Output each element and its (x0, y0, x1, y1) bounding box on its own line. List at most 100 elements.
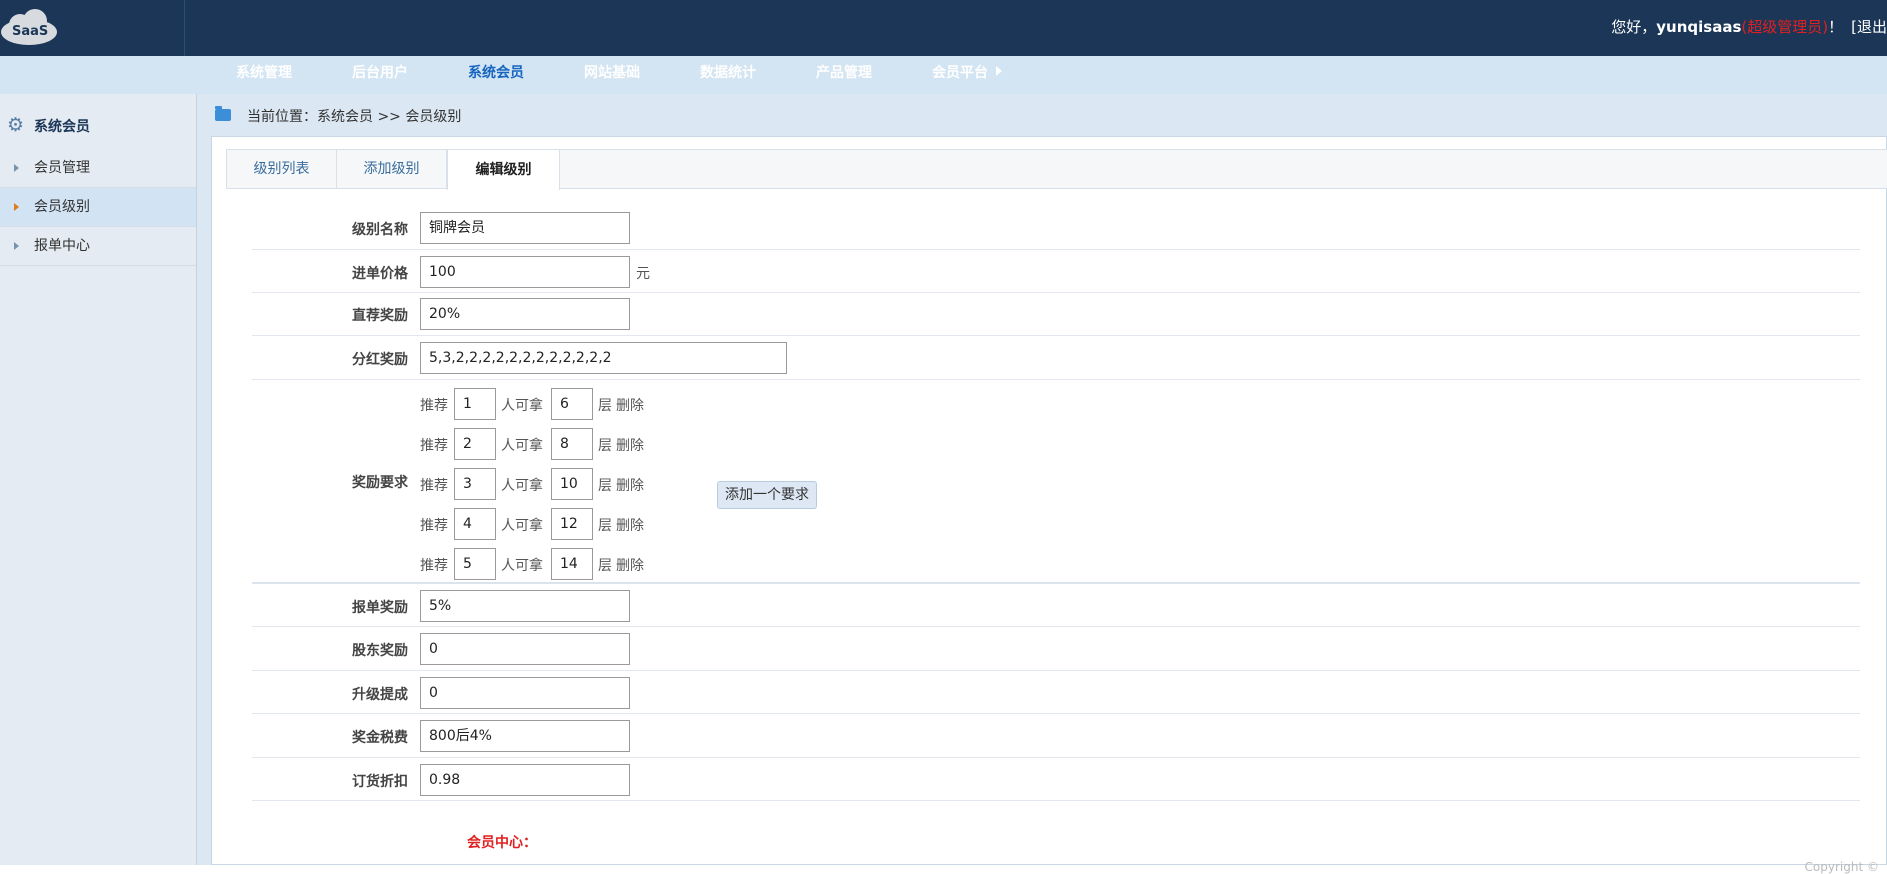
recommend-text: 推荐 (420, 398, 448, 414)
row-level-name: 级别名称 铜牌会员 (252, 207, 1860, 250)
recommend-text: 推荐 (420, 518, 448, 534)
entry-price-unit: 元 (636, 266, 650, 282)
level-name-input[interactable]: 铜牌会员 (420, 212, 630, 244)
tab-level-list[interactable]: 级别列表 (227, 149, 337, 189)
entry-price-input[interactable]: 100 (420, 256, 630, 288)
delete-link[interactable]: 删除 (616, 515, 644, 535)
breadcrumb: 当前位置：系统会员 >> 会员级别 (197, 94, 1887, 136)
logo-area: SaaS (0, 0, 185, 56)
row-direct-reward: 直荐奖励 20% (252, 293, 1860, 336)
greeting-text: 您好， (1611, 18, 1657, 36)
layers-input[interactable]: 12 (551, 508, 593, 540)
recommend-text: 推荐 (420, 558, 448, 574)
layers-input[interactable]: 6 (551, 388, 593, 420)
sidebar-item-label: 会员管理 (34, 160, 90, 176)
row-order-discount: 订货折扣 0.98 (252, 758, 1860, 801)
layers-input[interactable]: 8 (551, 428, 593, 460)
sidebar-item-member-management[interactable]: 会员管理 (0, 149, 196, 188)
sidebar-item-label: 会员级别 (34, 199, 90, 215)
order-discount-input[interactable]: 0.98 (420, 764, 630, 796)
layer-unit-text: 层 (598, 518, 612, 534)
breadcrumb-prefix: 当前位置： (247, 109, 317, 125)
caret-right-icon (14, 164, 19, 172)
bonus-tax-label: 奖金税费 (352, 730, 408, 746)
nav-item-system-members[interactable]: 系统会员 (468, 56, 524, 94)
can-get-text: 人可拿 (501, 398, 543, 414)
layer-unit-text: 层 (598, 558, 612, 574)
gear-icon: ⚙ (7, 114, 25, 136)
nav-item-backend-users[interactable]: 后台用户 (352, 56, 408, 94)
main-nav: 系统管理 后台用户 系统会员 网站基础 数据统计 产品管理 会员平台 (0, 56, 1887, 94)
delete-link[interactable]: 删除 (616, 555, 644, 575)
logo-text: SaaS (12, 24, 49, 39)
content-panel: 级别列表 添加级别 编辑级别 级别名称 铜牌会员 进单价格 100 元 直荐奖励… (211, 136, 1887, 865)
bonus-tax-input[interactable]: 800后4% (420, 720, 630, 752)
layers-input[interactable]: 10 (551, 468, 593, 500)
people-count-input[interactable]: 4 (454, 508, 496, 540)
layer-unit-text: 层 (598, 438, 612, 454)
tab-bar: 级别列表 添加级别 编辑级别 (226, 149, 1887, 190)
greeting-suffix: ！ (1828, 18, 1844, 36)
layers-input[interactable]: 14 (551, 548, 593, 580)
level-name-label: 级别名称 (352, 222, 408, 238)
sidebar: ⚙ 系统会员 会员管理 会员级别 报单中心 (0, 94, 197, 865)
can-get-text: 人可拿 (501, 438, 543, 454)
username: yunqisaas (1656, 18, 1742, 36)
row-reward-requirements: 奖励要求 推荐 1 人可拿 6 层 删除 推荐 2 人可拿 8 层 删除 推荐 … (252, 380, 1860, 584)
order-discount-label: 订货折扣 (352, 774, 408, 790)
row-shareholder-reward: 股东奖励 0 (252, 627, 1860, 671)
report-reward-input[interactable]: 5% (420, 590, 630, 622)
upgrade-commission-label: 升级提成 (352, 687, 408, 703)
row-report-reward: 报单奖励 5% (252, 584, 1860, 627)
member-center-title: 会员中心： (467, 835, 537, 851)
delete-link[interactable]: 删除 (616, 435, 644, 455)
shareholder-reward-label: 股东奖励 (352, 643, 408, 659)
can-get-text: 人可拿 (501, 558, 543, 574)
tab-add-level[interactable]: 添加级别 (337, 149, 447, 189)
delete-link[interactable]: 删除 (616, 475, 644, 495)
entry-price-label: 进单价格 (352, 266, 408, 282)
sidebar-item-report-center[interactable]: 报单中心 (0, 227, 196, 266)
can-get-text: 人可拿 (501, 518, 543, 534)
direct-reward-label: 直荐奖励 (352, 308, 408, 324)
can-get-text: 人可拿 (501, 478, 543, 494)
main-content: 当前位置：系统会员 >> 会员级别 级别列表 添加级别 编辑级别 级别名称 铜牌… (197, 94, 1887, 865)
people-count-input[interactable]: 5 (454, 548, 496, 580)
report-reward-label: 报单奖励 (352, 600, 408, 616)
people-count-input[interactable]: 3 (454, 468, 496, 500)
add-requirement-button[interactable]: 添加一个要求 (717, 481, 817, 509)
people-count-input[interactable]: 2 (454, 428, 496, 460)
chevron-right-icon (996, 66, 1002, 76)
upgrade-commission-input[interactable]: 0 (420, 677, 630, 709)
sidebar-item-member-levels[interactable]: 会员级别 (0, 188, 196, 227)
delete-link[interactable]: 删除 (616, 395, 644, 415)
recommend-text: 推荐 (420, 438, 448, 454)
nav-item-system-management[interactable]: 系统管理 (236, 56, 292, 94)
logout-link[interactable]: [退出 (1851, 18, 1887, 36)
people-count-input[interactable]: 1 (454, 388, 496, 420)
copyright-text: Copyright © (1804, 860, 1879, 874)
folder-icon (215, 106, 231, 121)
caret-right-icon (14, 242, 19, 250)
nav-item-statistics[interactable]: 数据统计 (700, 56, 756, 94)
caret-right-icon (14, 203, 19, 211)
layer-unit-text: 层 (598, 478, 612, 494)
row-bonus-tax: 奖金税费 800后4% (252, 714, 1860, 758)
dividend-reward-label: 分红奖励 (352, 352, 408, 368)
top-bar: SaaS 您好，yunqisaas(超级管理员)！ [退出 (0, 0, 1887, 56)
sidebar-title: 系统会员 (34, 119, 90, 135)
recommend-text: 推荐 (420, 478, 448, 494)
dividend-reward-input[interactable]: 5,3,2,2,2,2,2,2,2,2,2,2,2,2 (420, 342, 787, 374)
nav-item-member-platform[interactable]: 会员平台 (932, 56, 1002, 94)
user-role: (超级管理员) (1741, 18, 1829, 36)
row-upgrade-commission: 升级提成 0 (252, 671, 1860, 714)
nav-item-product-management[interactable]: 产品管理 (816, 56, 872, 94)
breadcrumb-path: 系统会员 >> 会员级别 (317, 109, 462, 125)
nav-item-member-platform-label: 会员平台 (932, 65, 988, 81)
direct-reward-input[interactable]: 20% (420, 298, 630, 330)
user-info: 您好，yunqisaas(超级管理员)！ [退出 (1611, 16, 1887, 37)
tab-edit-level[interactable]: 编辑级别 (447, 149, 560, 190)
nav-item-site-basics[interactable]: 网站基础 (584, 56, 640, 94)
sidebar-item-label: 报单中心 (34, 238, 90, 254)
shareholder-reward-input[interactable]: 0 (420, 633, 630, 665)
